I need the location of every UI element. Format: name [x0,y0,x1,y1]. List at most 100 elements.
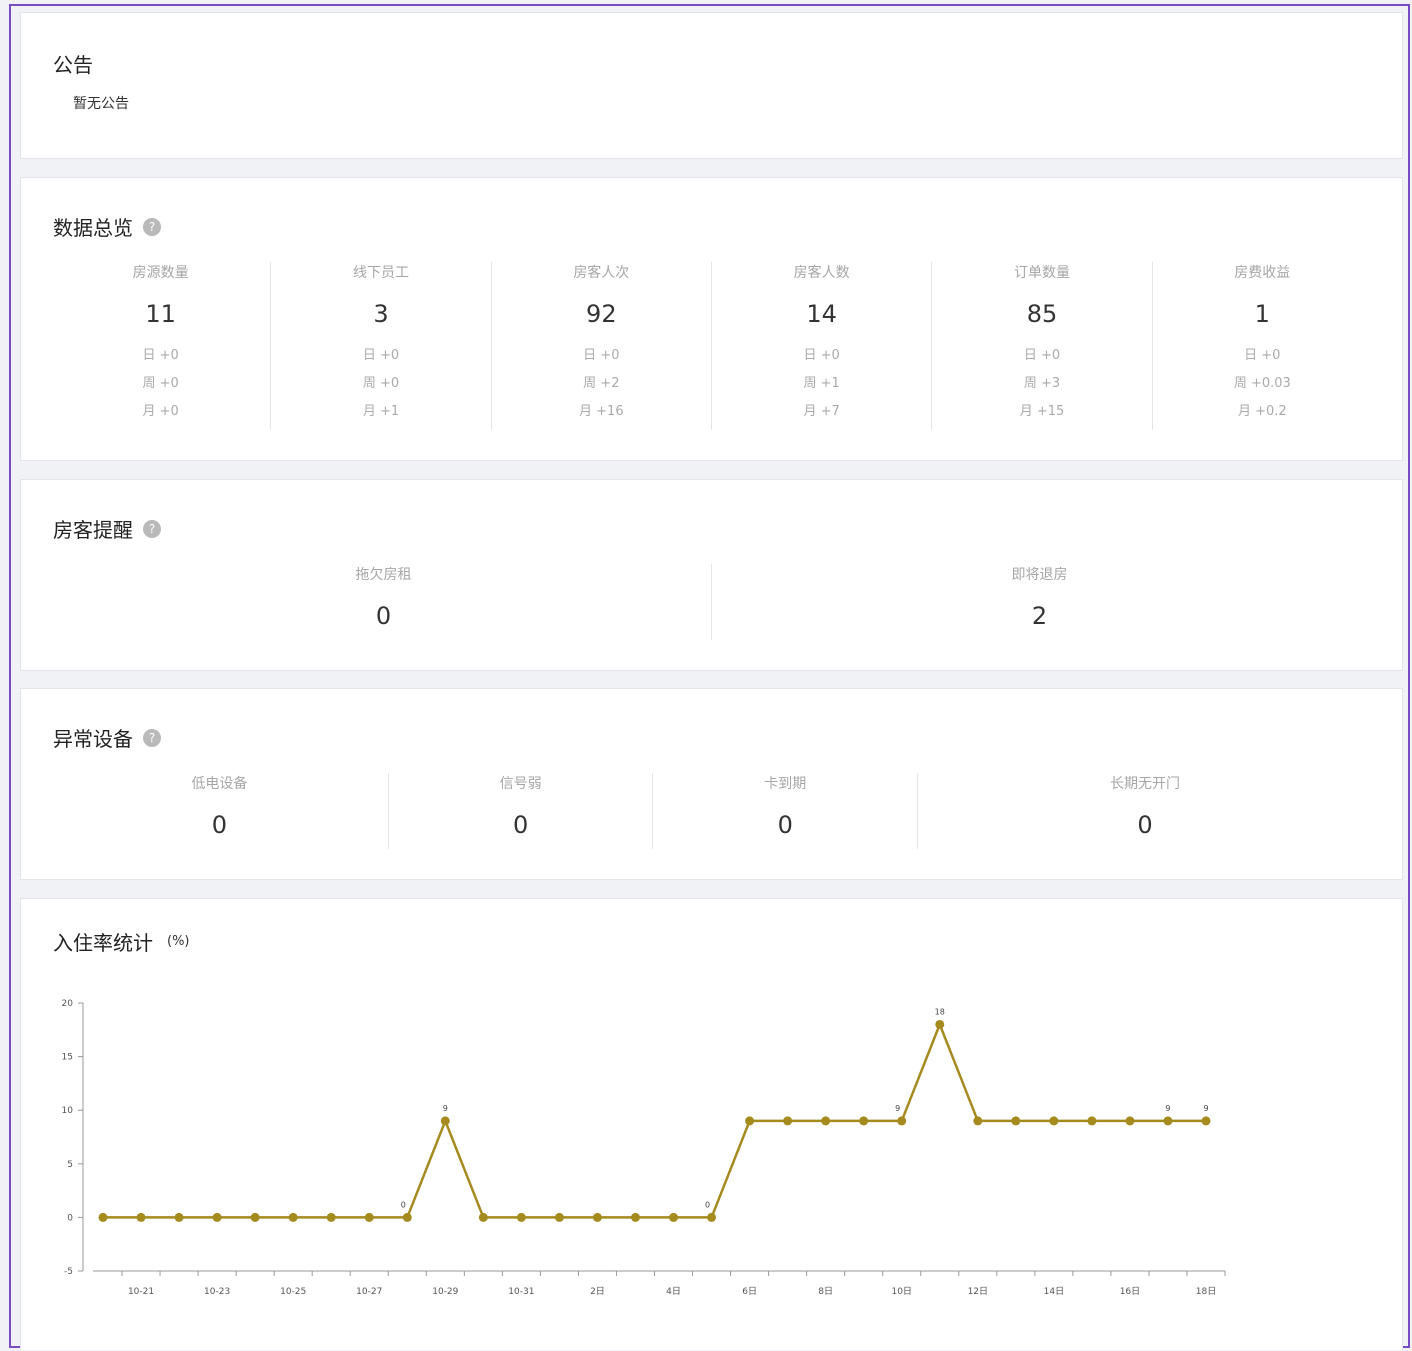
x-tick-label: 12日 [968,1286,988,1297]
data-point [136,1212,146,1222]
stat-week: 周 +0.03 [1233,376,1291,391]
stat-day: 日 +0 [803,348,840,363]
data-point [973,1116,983,1126]
stat-label: 房客人次 [573,265,630,281]
overview-title: 数据总览 [53,216,133,240]
notice-title: 公告 [53,53,93,77]
data-label: 9 [443,1104,448,1113]
tenant-reminder-stats: 拖欠房租 0 即将退房 2 [56,564,1367,640]
occupancy-card: 入住率统计 (%) -5 0 5 10 15 20 10-21 10-23 10-25 10-27… [20,898,1403,1350]
tenant-reminder-title-row: 房客提醒 ? [53,514,161,543]
data-point [707,1212,717,1222]
stat-label: 卡到期 [764,776,807,792]
tenant-reminder-card: 房客提醒 ? 拖欠房租 0 即将退房 2 [20,479,1403,671]
data-point [592,1212,602,1222]
data-point [783,1116,793,1126]
stat-overdue-rent[interactable]: 拖欠房租 0 [56,564,712,640]
stat-tenant-visits: 房客人次 92 日 +0 周 +2 月 +16 [492,262,712,430]
data-point [326,1212,336,1222]
stat-value: 11 [145,300,176,328]
x-tick-label: 2日 [590,1286,605,1297]
data-point [174,1212,184,1222]
data-point [478,1212,488,1222]
x-tick-label: 10-31 [508,1287,534,1297]
data-point [1125,1116,1135,1126]
help-icon[interactable]: ? [143,217,161,236]
stat-label: 信号弱 [499,776,542,792]
stat-value: 3 [373,300,389,328]
stat-value: 0 [375,602,392,630]
stat-label: 房源数量 [132,265,189,281]
stat-month: 月 +0.2 [1237,404,1287,419]
help-icon[interactable]: ? [143,728,161,747]
data-point [1011,1116,1021,1126]
data-point [745,1116,755,1126]
occupancy-chart: -5 0 5 10 15 20 10-21 10-23 10-25 10-27 10-29 10-31… [62,999,1226,1297]
stat-week: 周 +3 [1023,376,1061,391]
data-point [98,1212,108,1222]
stat-label: 房费收益 [1234,265,1291,281]
stat-month: 月 +15 [1019,404,1065,419]
stat-value: 1 [1254,300,1270,328]
stat-label: 线下员工 [352,265,409,281]
stat-label: 拖欠房租 [355,567,412,583]
stat-upcoming-checkout[interactable]: 即将退房 2 [712,564,1367,640]
x-tick-label: 18日 [1196,1286,1216,1297]
dashboard-frame: 公告 暂无公告 数据总览 ? 房源数量 11 日 +0 周 +0 月 +0 线下… [9,4,1410,1350]
series-line [103,1021,1206,1219]
help-icon[interactable]: ? [143,519,161,538]
data-point [364,1212,374,1222]
x-tick-label: 8日 [818,1286,833,1297]
x-tick-label: 14日 [1044,1286,1064,1297]
data-point [630,1212,640,1222]
stat-week: 周 +0 [362,376,400,391]
x-tick-label: 10-21 [128,1287,154,1297]
stat-label: 低电设备 [191,776,248,792]
stat-low-battery[interactable]: 低电设备 0 [51,773,389,849]
stat-long-unopened[interactable]: 长期无开门 0 [918,773,1372,849]
stat-day: 日 +0 [142,348,179,363]
stat-value: 85 [1026,300,1058,328]
data-point [1201,1116,1211,1126]
data-point [288,1212,298,1222]
data-point [1163,1116,1173,1126]
stat-card-expired[interactable]: 卡到期 0 [653,773,919,849]
stat-day: 日 +0 [362,348,400,363]
stat-month: 月 +0 [142,404,179,419]
x-tick-label: 10-25 [280,1287,306,1297]
stat-day: 日 +0 [1023,348,1061,363]
stat-month: 月 +16 [579,404,624,419]
stat-value: 0 [211,811,228,839]
stat-tenant-count: 房客人数 14 日 +0 周 +1 月 +7 [712,262,933,430]
stat-value: 92 [586,300,617,328]
notice-card: 公告 暂无公告 [20,12,1403,159]
stat-label: 即将退房 [1011,567,1068,583]
x-tick-label: 10-23 [204,1287,230,1297]
y-tick-label: -5 [64,1267,73,1277]
stat-room-count: 房源数量 11 日 +0 周 +0 月 +0 [51,262,272,430]
notice-text: 暂无公告 [73,96,129,112]
stat-weak-signal[interactable]: 信号弱 0 [389,773,654,849]
overview-stats: 房源数量 11 日 +0 周 +0 月 +0 线下员工 3 日 +0 周 +0 … [51,262,1372,430]
abnormal-devices-stats: 低电设备 0 信号弱 0 卡到期 0 长期无开门 0 [51,773,1372,849]
data-point [516,1212,526,1222]
data-label: 9 [1165,1104,1170,1113]
y-tick-label: 10 [62,1106,74,1116]
overview-title-row: 数据总览 ? [53,212,161,241]
data-point [897,1116,907,1126]
stat-room-revenue: 房费收益 1 日 +0 周 +0.03 月 +0.2 [1153,262,1372,430]
data-point [1087,1116,1097,1126]
stat-value: 14 [806,300,837,328]
data-point [250,1212,260,1222]
data-point [1049,1116,1059,1126]
data-point [440,1116,450,1126]
data-label: 18 [935,1007,945,1016]
stat-value: 0 [777,811,793,839]
y-tick-label: 15 [62,1053,73,1063]
stat-offline-staff: 线下员工 3 日 +0 周 +0 月 +1 [271,262,492,430]
data-label: 0 [401,1200,406,1209]
stat-day: 日 +0 [583,348,620,363]
x-tick-label: 10日 [891,1286,911,1297]
data-label: 9 [1203,1104,1208,1113]
data-label: 9 [895,1104,900,1113]
